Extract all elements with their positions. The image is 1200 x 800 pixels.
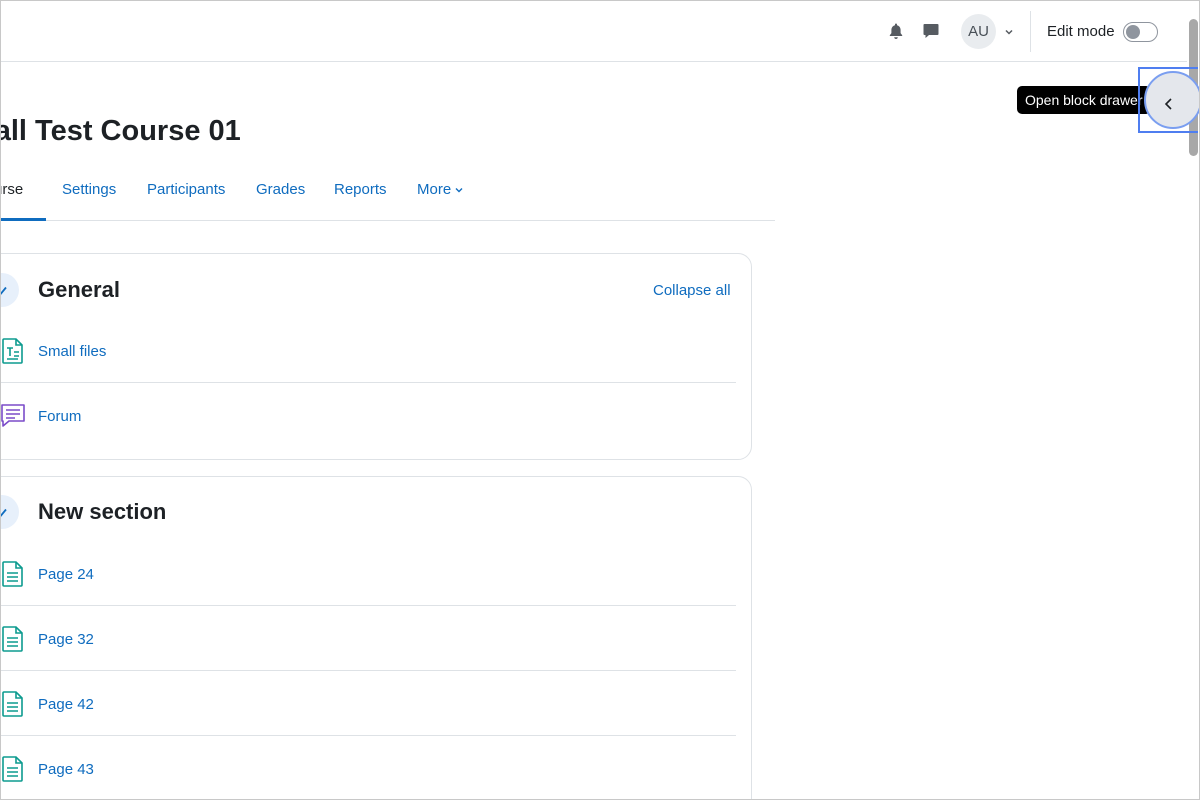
activity-link[interactable]: Page 42 xyxy=(38,696,94,713)
activity-item: Forum xyxy=(1,383,736,448)
toggle-knob xyxy=(1126,25,1140,39)
edit-mode-toggle[interactable] xyxy=(1123,22,1158,42)
activity-item: Page 42 xyxy=(1,671,736,736)
page-icon xyxy=(1,626,26,652)
tab-grades[interactable]: Grades xyxy=(256,181,305,198)
file-text-icon xyxy=(1,338,26,364)
collapse-all-link[interactable]: Collapse all xyxy=(653,282,731,299)
check-icon xyxy=(1,286,7,295)
activity-item: Page 24 xyxy=(1,541,736,606)
course-section-general: General Collapse all Small files Forum xyxy=(1,253,752,460)
open-block-drawer-button[interactable] xyxy=(1138,67,1199,133)
tab-course[interactable]: urse xyxy=(1,181,23,198)
browser-viewport: AU Edit mode Open block drawer nall Test… xyxy=(0,0,1200,800)
activity-link[interactable]: Page 32 xyxy=(38,631,94,648)
section-collapse-toggle[interactable] xyxy=(1,273,19,307)
page-icon xyxy=(1,756,26,782)
chat-icon[interactable] xyxy=(921,21,941,41)
course-tabs: urse Settings Participants Grades Report… xyxy=(1,167,775,221)
section-title: General xyxy=(38,277,120,302)
tab-more-label: More xyxy=(417,181,452,198)
activity-item: Page 32 xyxy=(1,606,736,671)
edit-mode-label: Edit mode xyxy=(1047,23,1115,40)
chevron-down-icon[interactable] xyxy=(1003,25,1015,37)
section-title: New section xyxy=(38,499,167,524)
drawer-tooltip: Open block drawer xyxy=(1017,86,1151,114)
page-title: nall Test Course 01 xyxy=(0,115,241,147)
chevron-down-icon xyxy=(455,187,463,192)
tab-settings[interactable]: Settings xyxy=(62,181,116,198)
check-icon xyxy=(1,508,7,517)
page-icon xyxy=(1,561,26,587)
forum-icon xyxy=(1,403,26,429)
top-navbar: AU Edit mode xyxy=(1,1,1187,62)
activity-link[interactable]: Small files xyxy=(38,343,106,360)
activity-link[interactable]: Forum xyxy=(38,408,81,425)
activity-link[interactable]: Page 43 xyxy=(38,761,94,778)
section-collapse-toggle[interactable] xyxy=(1,495,19,529)
activity-link[interactable]: Page 24 xyxy=(38,566,94,583)
drawer-button-circle xyxy=(1144,71,1199,129)
tab-more[interactable]: More xyxy=(417,181,464,198)
navbar-divider xyxy=(1030,11,1031,52)
avatar-initials: AU xyxy=(968,23,989,40)
tab-participants[interactable]: Participants xyxy=(147,181,225,198)
tab-reports[interactable]: Reports xyxy=(334,181,387,198)
chevron-left-icon xyxy=(1163,97,1175,111)
activity-item: Small files xyxy=(1,318,736,383)
page-icon xyxy=(1,691,26,717)
bell-icon[interactable] xyxy=(886,21,906,41)
activity-item: Page 43 xyxy=(1,736,736,799)
active-tab-indicator xyxy=(1,218,46,221)
user-avatar[interactable]: AU xyxy=(961,14,996,49)
course-section-new: New section Page 24 Page 32 Page 42 Page… xyxy=(1,476,752,799)
